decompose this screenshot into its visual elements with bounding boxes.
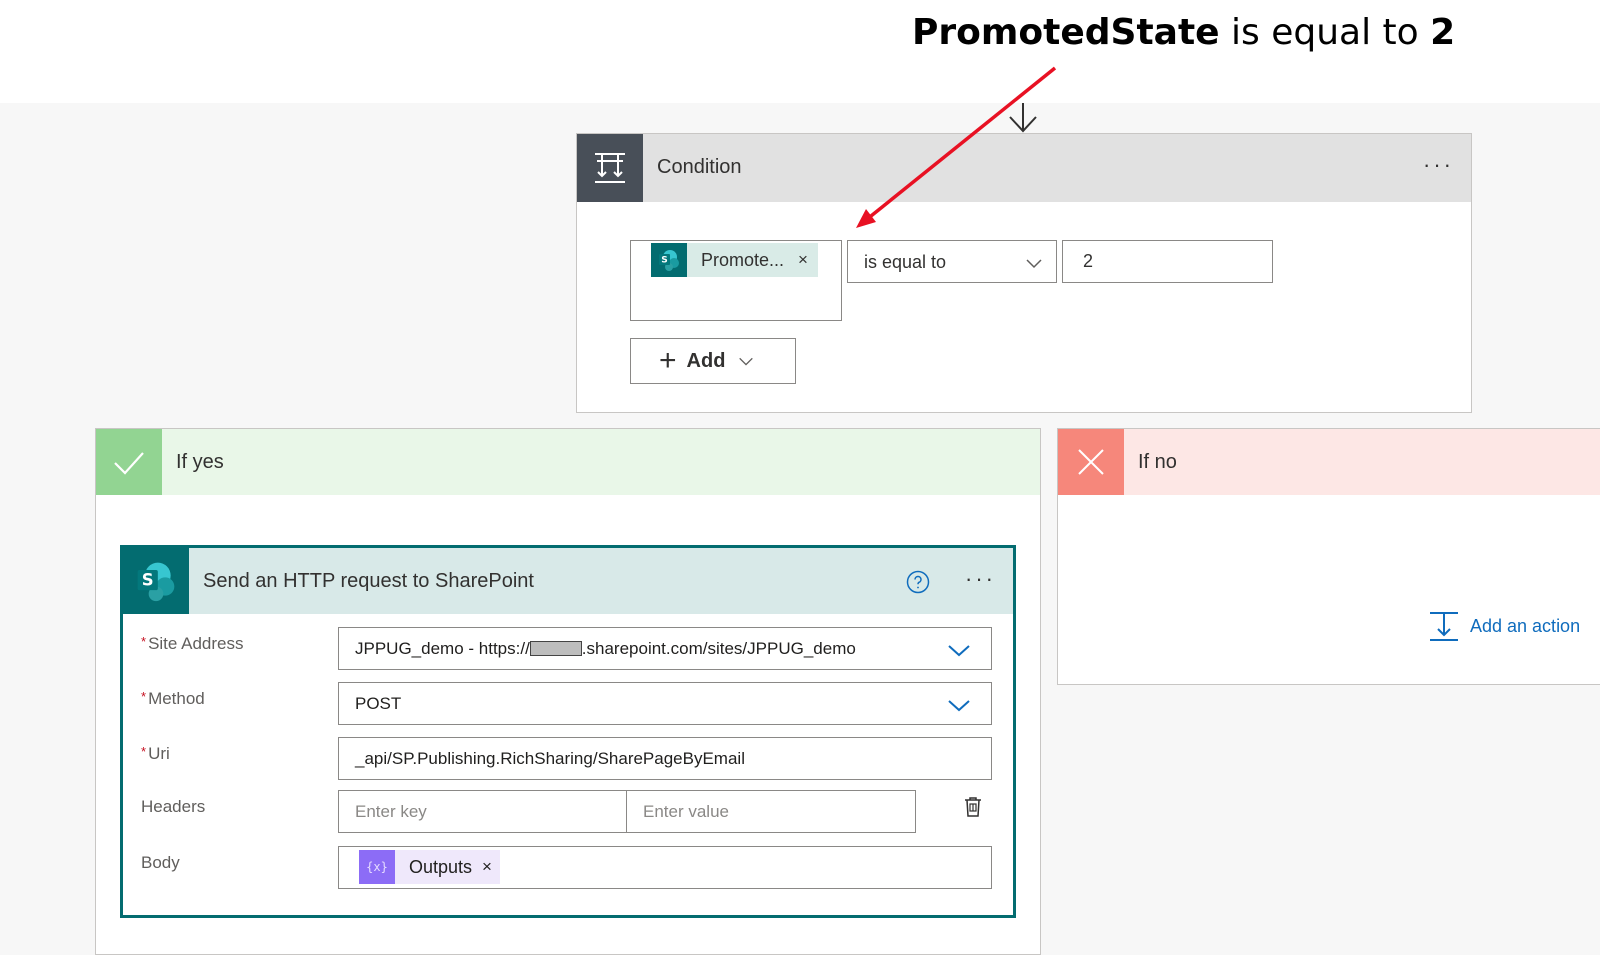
sharepoint-action-header[interactable]: S Send an HTTP request to SharePoint ··· [123, 548, 1013, 614]
uri-label: * Uri [141, 744, 170, 764]
svg-text:S: S [661, 256, 667, 266]
add-an-action-button[interactable]: Add an action [1428, 610, 1580, 642]
method-label: * Method [141, 689, 205, 709]
sharepoint-icon: S [651, 243, 687, 277]
plus-icon: + [659, 344, 677, 377]
method-select[interactable]: POST [338, 682, 992, 725]
method-value: POST [355, 694, 402, 713]
header-value-input[interactable] [626, 790, 916, 833]
body-input[interactable]: {x} Outputs × [338, 846, 992, 889]
headers-label: Headers [141, 797, 206, 816]
if-no-panel: If no [1057, 428, 1600, 685]
chevron-down-icon [1026, 259, 1042, 269]
outputs-token[interactable]: {x} Outputs × [359, 850, 500, 884]
site-address-value: JPPUG_demo - https:// .sharepoint.com/sit… [355, 639, 856, 659]
required-mark: * [141, 689, 147, 704]
condition-value-input[interactable] [1062, 240, 1273, 283]
header-key-input[interactable] [338, 790, 627, 833]
sharepoint-more-button[interactable]: ··· [965, 566, 996, 592]
site-address-label-text: Site Address [148, 634, 244, 653]
token-remove-button[interactable]: × [798, 250, 808, 270]
site-address-suffix: .sharepoint.com/sites/JPPUG_demo [581, 639, 856, 658]
check-icon [96, 429, 162, 495]
annotation-operator: is equal to [1219, 12, 1431, 53]
uri-input[interactable]: _api/SP.Publishing.RichSharing/SharePage… [338, 737, 992, 780]
add-button[interactable]: + Add [630, 338, 796, 384]
sharepoint-action-title: Send an HTTP request to SharePoint [203, 570, 534, 592]
condition-title: Condition [657, 156, 742, 178]
site-address-label: * Site Address [141, 634, 244, 654]
trash-icon[interactable] [960, 794, 986, 820]
condition-left-operand[interactable]: S Promote... × [630, 240, 842, 321]
chevron-down-icon [948, 645, 970, 657]
if-yes-title: If yes [176, 451, 224, 473]
site-address-prefix: JPPUG_demo - https:// [355, 639, 530, 658]
close-icon [1058, 429, 1124, 495]
help-circle-icon[interactable] [906, 570, 930, 594]
required-mark: * [141, 744, 147, 759]
token-label: Promote... [701, 249, 785, 270]
condition-icon [577, 134, 643, 202]
annotation-value: 2 [1430, 12, 1456, 53]
add-an-action-label: Add an action [1470, 615, 1581, 636]
outputs-token-label: Outputs [409, 856, 473, 877]
if-yes-header[interactable]: If yes [96, 429, 1040, 495]
annotation-field: PromotedState [912, 12, 1220, 53]
required-mark: * [141, 634, 147, 649]
condition-header[interactable]: Condition ··· [577, 134, 1471, 202]
chevron-down-icon [948, 700, 970, 712]
uri-label-text: Uri [148, 744, 170, 763]
body-label: Body [141, 853, 180, 872]
add-button-label: Add [686, 349, 726, 372]
operator-value: is equal to [864, 252, 947, 272]
if-no-header[interactable]: If no [1058, 429, 1600, 495]
expression-icon: {x} [359, 850, 395, 884]
outputs-token-remove[interactable]: × [482, 857, 492, 877]
promoted-state-token[interactable]: S Promote... × [651, 243, 818, 277]
method-label-text: Method [148, 689, 205, 708]
uri-value: _api/SP.Publishing.RichSharing/SharePage… [355, 749, 745, 768]
site-address-select[interactable]: JPPUG_demo - https:// .sharepoint.com/sit… [338, 627, 992, 670]
condition-operator-select[interactable]: is equal to [847, 240, 1057, 283]
sharepoint-icon: S [123, 548, 189, 614]
redacted-tenant [529, 640, 582, 656]
condition-more-button[interactable]: ··· [1423, 152, 1454, 178]
annotation-text: PromotedState is equal to 2 [912, 12, 1455, 53]
if-no-title: If no [1138, 451, 1177, 473]
svg-text:S: S [142, 571, 154, 590]
chevron-down-icon [739, 357, 754, 366]
add-action-icon [1430, 612, 1458, 641]
